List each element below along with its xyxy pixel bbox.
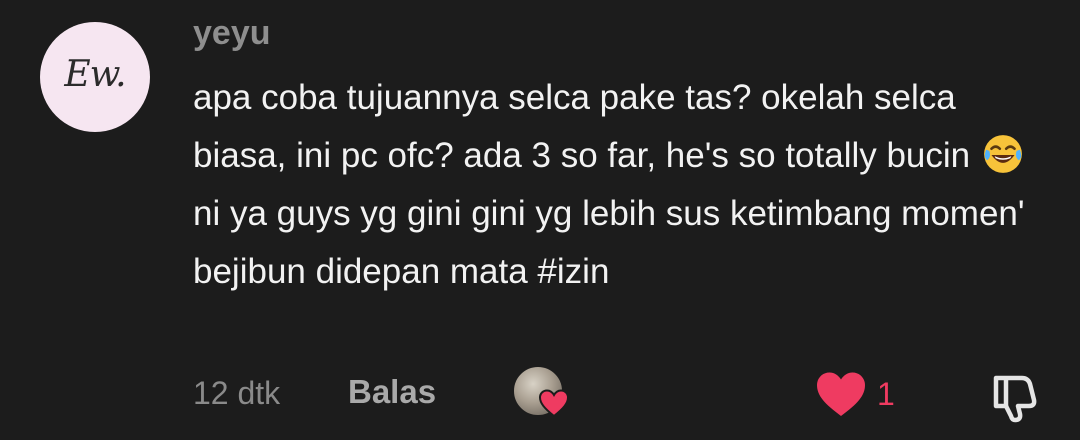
comment-timestamp: 12 dtk xyxy=(193,375,281,411)
comment-text-part-2: ni ya guys yg gini gini yg lebih sus ket… xyxy=(193,194,1025,291)
comment-text-part-1: apa coba tujuannya selca pake tas? okela… xyxy=(193,78,971,175)
like-button[interactable]: 1 xyxy=(815,370,895,418)
comment-text: apa coba tujuannya selca pake tas? okela… xyxy=(193,69,1053,301)
laughing-tears-emoji-icon xyxy=(983,135,1022,173)
like-count: 1 xyxy=(877,375,895,412)
heart-icon xyxy=(817,372,865,416)
heart-icon xyxy=(538,389,570,418)
liked-by-author-badge[interactable] xyxy=(512,365,570,419)
thumbs-down-icon[interactable] xyxy=(986,370,1042,426)
comment-username[interactable]: yeyu xyxy=(193,14,271,53)
avatar-text: Ew. xyxy=(64,53,126,95)
reply-button[interactable]: Balas xyxy=(348,373,436,411)
comment-avatar[interactable]: Ew. xyxy=(40,22,150,132)
